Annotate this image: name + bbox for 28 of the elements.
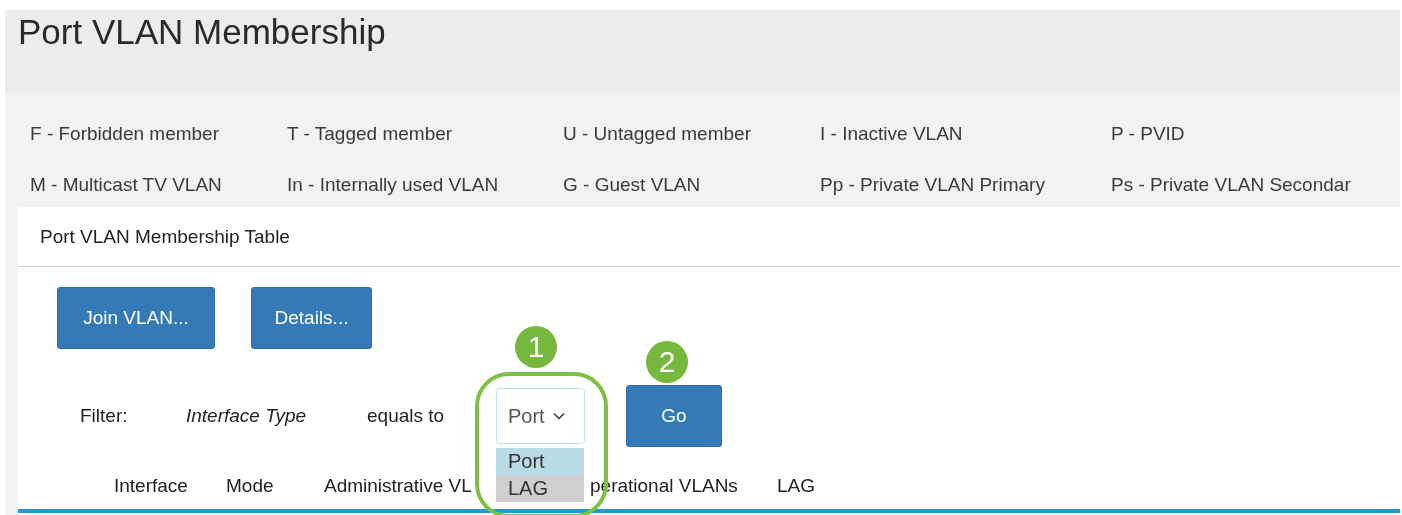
legend-item: M - Multicast TV VLAN	[30, 172, 223, 197]
filter-operator: equals to	[367, 405, 446, 427]
panel-title: Port VLAN Membership Table	[40, 225, 290, 248]
chevron-down-icon	[552, 412, 565, 420]
page-title: Port VLAN Membership	[17, 11, 387, 53]
column-header: Interface	[114, 475, 188, 497]
legend-item: Pp - Private VLAN Primary	[820, 172, 1046, 197]
filter-field-name: Interface Type	[186, 405, 308, 427]
legend-item: F - Forbidden member	[30, 122, 220, 146]
dropdown-option[interactable]: LAG	[496, 475, 584, 502]
interface-type-select[interactable]: Port	[496, 388, 585, 444]
step-badge: 2	[646, 341, 688, 383]
action-button[interactable]: Join VLAN...	[57, 287, 215, 349]
filter-label: Filter:	[80, 405, 129, 427]
column-header: Administrative VL	[324, 475, 472, 497]
legend-item: In - Internally used VLAN	[287, 172, 500, 197]
column-header: LAG	[777, 475, 816, 497]
step-badge: 1	[515, 326, 557, 368]
column-header: Mode	[226, 475, 274, 497]
legend-item: I - Inactive VLAN	[820, 122, 964, 146]
action-button[interactable]: Details...	[251, 287, 372, 349]
legend-item: P - PVID	[1111, 122, 1186, 146]
dropdown-option[interactable]: Port	[496, 448, 584, 475]
legend-item: G - Guest VLAN	[563, 172, 702, 197]
legend-item: T - Tagged member	[287, 122, 454, 146]
legend-item: Ps - Private VLAN Secondar	[1111, 172, 1352, 197]
legend-item: U - Untagged member	[563, 122, 752, 146]
go-button[interactable]: Go	[626, 385, 722, 447]
